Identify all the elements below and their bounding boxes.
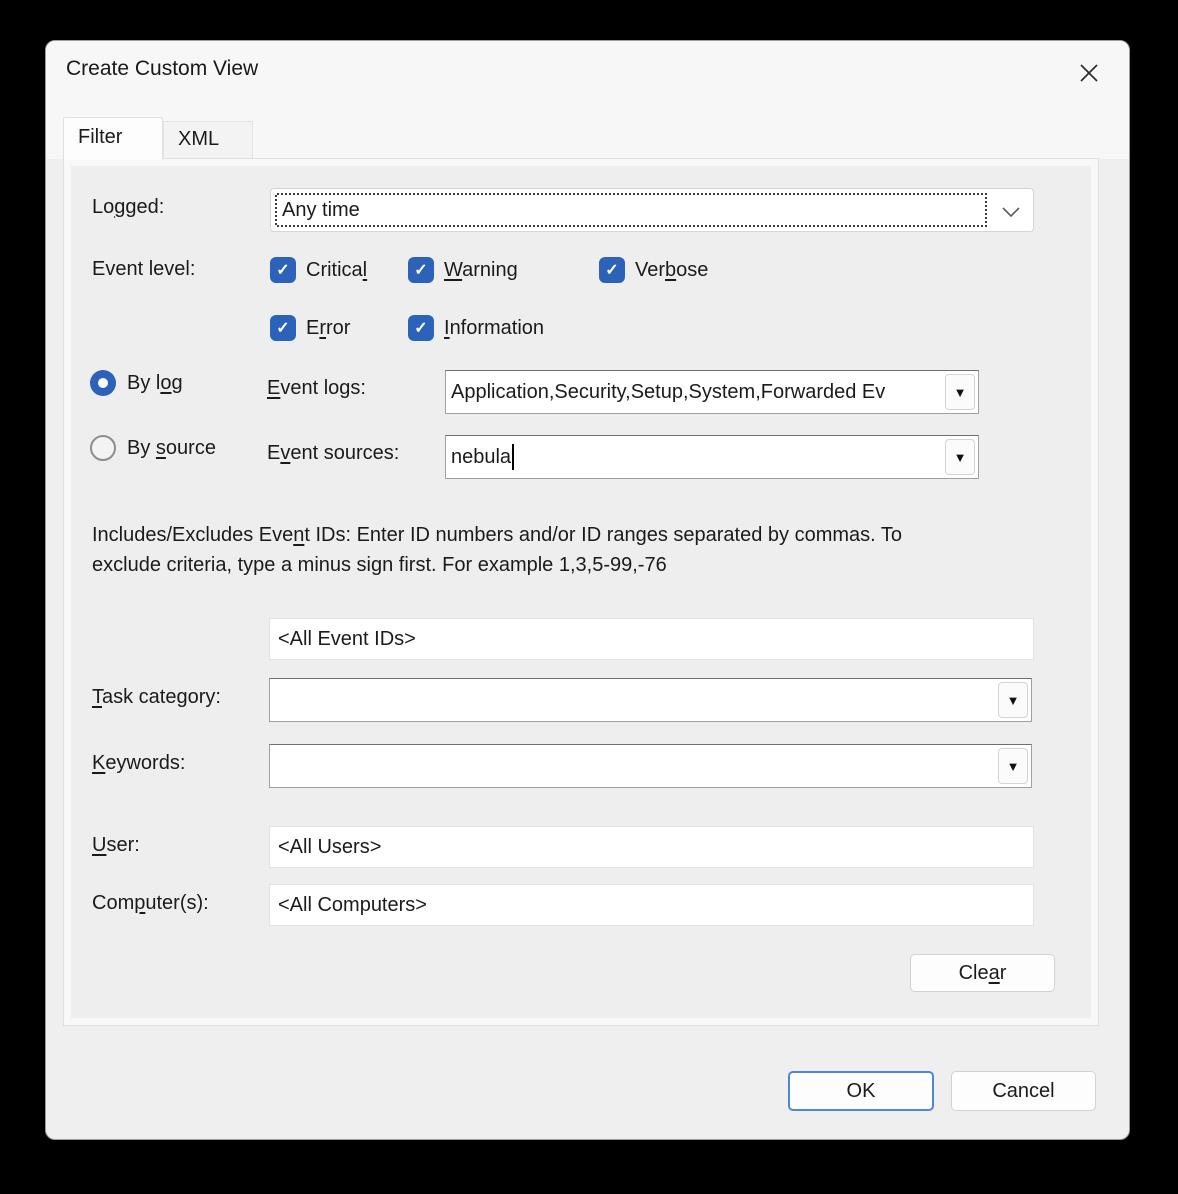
radio-by-log-label: By log [127,372,183,395]
task-category-dropdown-button[interactable]: ▼ [998,682,1028,718]
logged-value: Any time [277,195,985,225]
checkbox-checked-icon: ✓ [408,315,434,341]
checkbox-critical[interactable]: ✓ Critical [270,256,367,284]
event-level-label: Event level: [92,258,195,281]
event-sources-combobox[interactable]: nebula ▼ [445,435,979,479]
ok-button-label: OK [847,1080,876,1103]
checkbox-error-label: Error [306,317,350,340]
dropdown-arrow-icon: ▼ [954,450,967,465]
checkbox-checked-icon: ✓ [599,257,625,283]
tab-xml[interactable]: XML [163,121,253,159]
tab-filter[interactable]: Filter [63,117,163,160]
event-ids-instruction: Includes/Excludes Event IDs: Enter ID nu… [92,520,1048,580]
radio-unselected-icon [90,435,116,461]
dropdown-arrow-icon: ▼ [1007,693,1020,708]
keywords-label: Keywords: [92,752,185,775]
event-logs-dropdown-button[interactable]: ▼ [945,374,975,410]
filter-tab-page: Logged: Any time Event level: ✓ Critical… [63,158,1099,1026]
radio-by-source[interactable]: By source [90,434,216,462]
user-label: User: [92,834,140,857]
radio-by-source-label: By source [127,437,216,460]
checkbox-verbose-label: Verbose [635,259,708,282]
dropdown-arrow-icon: ▼ [954,385,967,400]
event-sources-value: nebula [451,436,942,478]
radio-by-log[interactable]: By log [90,369,183,397]
tab-filter-label: Filter [78,126,122,149]
close-button[interactable] [1067,53,1111,97]
keywords-value [275,745,995,787]
computers-input[interactable]: <All Computers> [269,884,1034,926]
dropdown-arrow-icon: ▼ [1007,759,1020,774]
task-category-combobox[interactable]: ▼ [269,678,1032,722]
event-logs-value: Application,Security,Setup,System,Forwar… [451,371,942,413]
event-ids-input[interactable]: <All Event IDs> [269,618,1034,660]
event-logs-combobox[interactable]: Application,Security,Setup,System,Forwar… [445,370,979,414]
text-cursor [512,444,514,470]
event-sources-dropdown-button[interactable]: ▼ [945,439,975,475]
filter-tab-content: Logged: Any time Event level: ✓ Critical… [71,166,1091,1018]
chevron-down-icon [1002,205,1020,223]
checkbox-verbose[interactable]: ✓ Verbose [599,256,708,284]
event-ids-instruction-line1: Includes/Excludes Event IDs: Enter ID nu… [92,520,1048,550]
cancel-button[interactable]: Cancel [951,1071,1096,1111]
event-ids-instruction-line2: exclude criteria, type a minus sign firs… [92,550,1048,580]
clear-button-label: Clear [959,962,1007,985]
radio-selected-icon [90,370,116,396]
checkbox-checked-icon: ✓ [408,257,434,283]
cancel-button-label: Cancel [992,1080,1054,1103]
checkbox-checked-icon: ✓ [270,257,296,283]
keywords-combobox[interactable]: ▼ [269,744,1032,788]
logged-label: Logged: [92,196,164,219]
computers-label: Computer(s): [92,892,209,915]
task-category-label: Task category: [92,686,221,709]
checkbox-information[interactable]: ✓ Information [408,314,544,342]
clear-button[interactable]: Clear [910,954,1055,992]
ok-button[interactable]: OK [788,1071,934,1111]
dialog-title: Create Custom View [66,57,258,81]
task-category-value [275,679,995,721]
event-sources-label: Event sources: [267,442,399,465]
keywords-dropdown-button[interactable]: ▼ [998,748,1028,784]
user-input[interactable]: <All Users> [269,826,1034,868]
checkbox-information-label: Information [444,317,544,340]
checkbox-checked-icon: ✓ [270,315,296,341]
event-logs-label: Event logs: [267,377,366,400]
logged-focus-rect: Any time [275,193,987,227]
checkbox-error[interactable]: ✓ Error [270,314,350,342]
tab-xml-label: XML [178,128,219,151]
checkbox-critical-label: Critical [306,259,367,282]
checkbox-warning[interactable]: ✓ Warning [408,256,518,284]
checkbox-warning-label: Warning [444,259,518,282]
logged-dropdown[interactable]: Any time [270,188,1034,232]
close-icon [1077,61,1101,90]
create-custom-view-dialog: Create Custom View Filter XML Logged: An… [45,40,1130,1140]
